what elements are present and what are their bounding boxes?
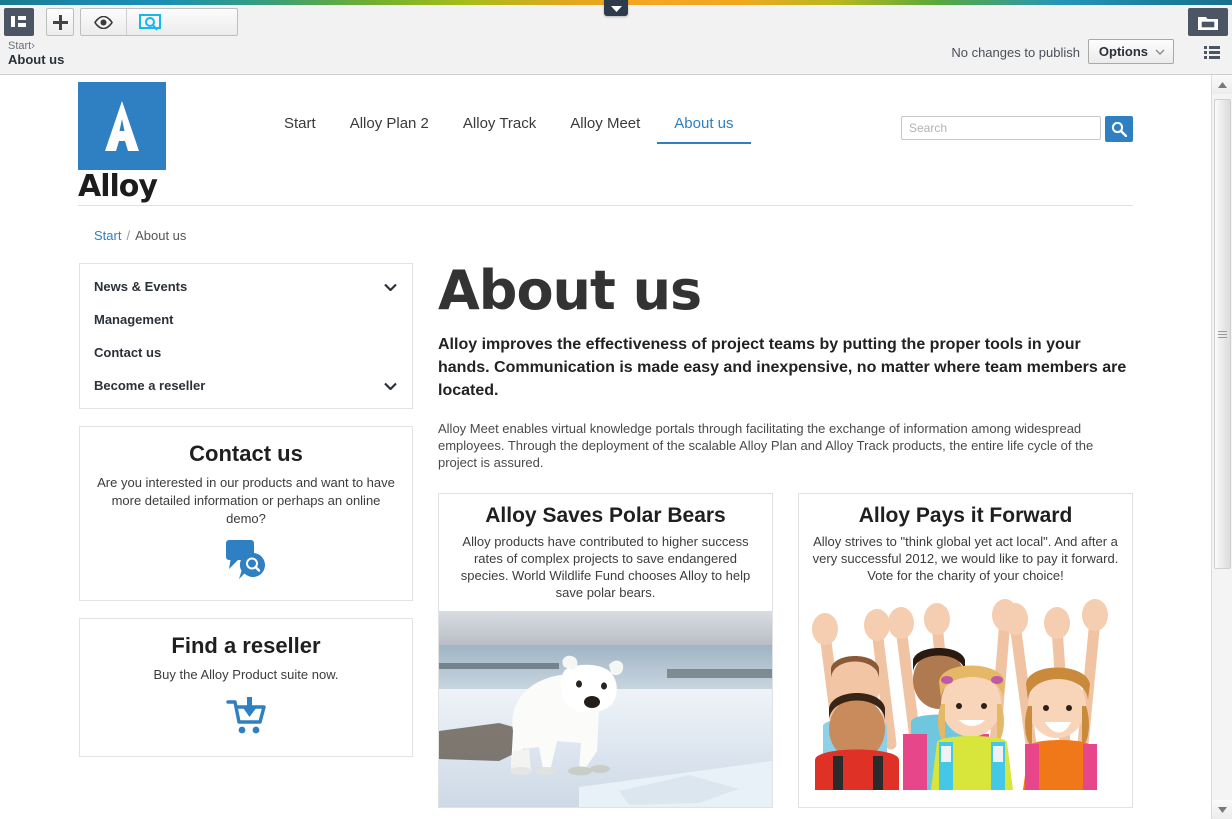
polar-bear-image — [439, 611, 772, 807]
teaser-head: Alloy Pays it Forward Alloy strives to "… — [799, 494, 1132, 594]
cms-breadcrumb-separator: › — [31, 40, 35, 52]
nav-item-alloy-plan-2[interactable]: Alloy Plan 2 — [333, 115, 446, 142]
speech-bubbles-icon — [94, 540, 398, 580]
teaser-title: Alloy Saves Polar Bears — [485, 504, 726, 527]
nav-item-alloy-track[interactable]: Alloy Track — [446, 115, 553, 142]
list-icon — [1204, 45, 1220, 59]
article-intro: Alloy improves the effectiveness of proj… — [438, 336, 1127, 399]
article-column: About us Alloy improves the effectivenes… — [438, 263, 1133, 808]
promo-card-find-a-reseller[interactable]: Find a reseller Buy the Alloy Product su… — [79, 618, 413, 757]
site-search — [901, 116, 1133, 142]
sitemap-icon — [11, 16, 26, 27]
sidebar-navigation-card: News & Events Management Contact us Beco… — [79, 263, 413, 409]
teaser-title: Alloy Pays it Forward — [858, 504, 1073, 527]
chevron-down-icon — [610, 5, 622, 12]
header-divider — [78, 205, 1133, 206]
page-title: About us — [438, 259, 702, 322]
scrollbar-thumb[interactable] — [1214, 99, 1231, 569]
breadcrumb-current: About us — [135, 228, 187, 243]
plus-icon — [52, 14, 68, 30]
sidebar-item-management[interactable]: Management — [80, 303, 412, 336]
teaser-text: Alloy strives to "think global yet act l… — [812, 534, 1119, 583]
sidebar-item-contact-us[interactable]: Contact us — [80, 336, 412, 369]
sidebar-item-label: Management — [94, 312, 174, 327]
cms-breadcrumb-current: About us — [8, 52, 65, 67]
search-input[interactable] — [901, 116, 1101, 140]
content-area: News & Events Management Contact us Beco… — [78, 243, 1133, 808]
site-logo[interactable]: Alloy — [78, 82, 168, 202]
shopping-cart-download-icon — [94, 696, 398, 736]
page-scrollbar[interactable] — [1211, 75, 1232, 819]
sidebar-item-become-a-reseller[interactable]: Become a reseller — [80, 369, 412, 402]
inspect-mode-button[interactable] — [127, 9, 173, 35]
magnifier-box-icon — [139, 13, 161, 31]
grip-icon — [1218, 329, 1227, 340]
triangle-up-icon — [1217, 81, 1227, 88]
teaser-head: Alloy Saves Polar Bears Alloy products h… — [439, 494, 772, 611]
sitemap-toggle-button[interactable] — [4, 8, 34, 36]
promo-title: Find a reseller — [171, 633, 321, 658]
sidebar-column: News & Events Management Contact us Beco… — [78, 263, 413, 774]
sidebar-item-news-events[interactable]: News & Events — [80, 270, 412, 303]
promo-title: Contact us — [189, 441, 303, 466]
chevron-down-icon[interactable] — [384, 283, 397, 291]
chevron-down-icon[interactable] — [384, 382, 397, 390]
chevron-down-icon — [1155, 49, 1165, 55]
sidebar-item-label: News & Events — [94, 279, 188, 294]
site-header: Alloy Start Alloy Plan 2 Alloy Track All… — [78, 75, 1133, 206]
sidebar-item-label: Contact us — [94, 345, 162, 360]
logo-mark — [78, 82, 166, 170]
cms-breadcrumb: Start› About us — [8, 40, 64, 66]
nav-item-about-us[interactable]: About us — [657, 115, 751, 144]
article-body: Alloy Meet enables virtual knowledge por… — [438, 421, 1094, 470]
teaser-text: Alloy products have contributed to highe… — [460, 534, 751, 600]
eye-icon — [94, 15, 113, 29]
sidebar-item-label: Become a reseller — [94, 378, 206, 393]
options-button[interactable]: Options — [1087, 39, 1174, 64]
site-breadcrumb: Start / About us — [78, 206, 1133, 243]
cheering-children-image — [799, 594, 1132, 790]
folder-icon — [1198, 16, 1218, 30]
triangle-down-icon — [1217, 806, 1227, 813]
promo-text: Buy the Alloy Product suite now. — [153, 667, 339, 682]
nav-item-start[interactable]: Start — [267, 115, 333, 142]
preview-mode-button[interactable] — [81, 9, 127, 35]
add-button[interactable] — [46, 8, 74, 36]
promo-text: Are you interested in our products and w… — [97, 475, 395, 526]
logo-wordmark: Alloy — [78, 169, 158, 204]
promo-card-contact-us[interactable]: Contact us Are you interested in our pro… — [79, 426, 413, 601]
assets-folder-button[interactable] — [1188, 8, 1228, 36]
teaser-row: Alloy Saves Polar Bears Alloy products h… — [438, 493, 1133, 808]
options-button-label: Options — [1098, 44, 1148, 59]
main-navigation: Start Alloy Plan 2 Alloy Track Alloy Mee… — [267, 115, 751, 144]
cms-breadcrumb-parent[interactable]: Start — [8, 40, 31, 52]
page-preview-viewport: Alloy Start Alloy Plan 2 Alloy Track All… — [0, 75, 1211, 819]
letter-a-icon — [105, 101, 139, 151]
breadcrumb-home-link[interactable]: Start — [94, 228, 121, 243]
list-menu-button[interactable] — [1202, 42, 1222, 62]
breadcrumb-separator: / — [126, 228, 131, 243]
publish-status-text: No changes to publish — [951, 45, 1080, 60]
search-icon — [1111, 121, 1127, 137]
toolbar-collapse-tab[interactable] — [604, 0, 628, 16]
scroll-down-button[interactable] — [1212, 800, 1232, 819]
cms-edit-toolbar: Start› About us No changes to publish Op… — [0, 0, 1232, 75]
teaser-card-pays-it-forward[interactable]: Alloy Pays it Forward Alloy strives to "… — [798, 493, 1133, 808]
scroll-up-button[interactable] — [1212, 75, 1232, 94]
nav-item-alloy-meet[interactable]: Alloy Meet — [553, 115, 657, 142]
search-button[interactable] — [1105, 116, 1133, 142]
alloy-website: Alloy Start Alloy Plan 2 Alloy Track All… — [0, 75, 1211, 819]
view-mode-group — [80, 8, 238, 36]
teaser-card-polar-bears[interactable]: Alloy Saves Polar Bears Alloy products h… — [438, 493, 773, 808]
